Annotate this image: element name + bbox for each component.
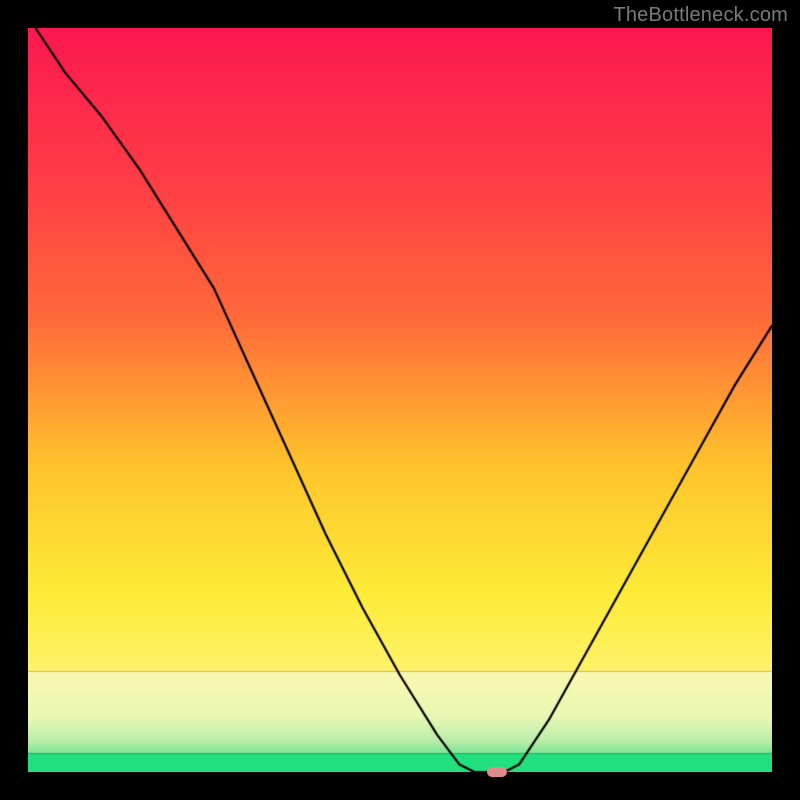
watermark-text: TheBottleneck.com [613,4,788,27]
bottleneck-chart-canvas [28,28,772,772]
optimal-point-marker [487,767,507,777]
plot-area [28,28,772,772]
